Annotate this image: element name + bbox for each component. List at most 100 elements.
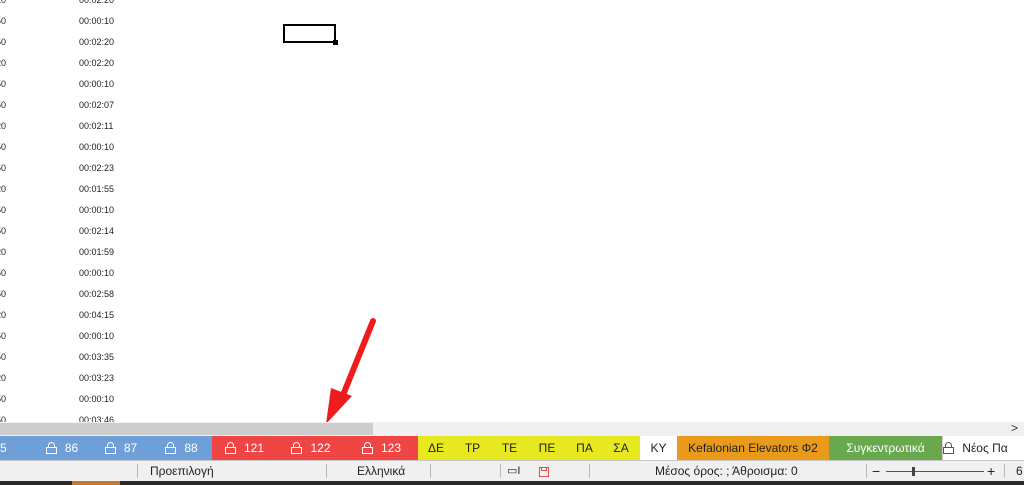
- cell-column-b[interactable]: 00:00:10: [79, 331, 114, 341]
- status-bar: Προεπιλογή Ελληνικά ▭I Μέσος όρος: ; Άθρ…: [0, 460, 1024, 481]
- cell-column-a[interactable]: 20: [0, 58, 8, 68]
- zoom-value[interactable]: 6: [1016, 461, 1023, 481]
- zoom-slider[interactable]: [886, 467, 984, 476]
- selected-cell[interactable]: [283, 24, 338, 45]
- status-separator: [1004, 464, 1005, 478]
- cell-column-a[interactable]: 20: [0, 121, 8, 131]
- sheet-tab[interactable]: 86: [33, 436, 91, 460]
- cell-column-b[interactable]: 00:02:58: [79, 289, 114, 299]
- cell-column-b[interactable]: 00:02:20: [79, 37, 114, 47]
- lock-icon: [291, 442, 303, 454]
- cell-column-a[interactable]: 50: [0, 226, 8, 236]
- sheet-tab[interactable]: Συγκεντρωτικά: [829, 436, 942, 460]
- sheet-tab-label: ΤΡ: [464, 441, 481, 455]
- sheet-tab-label: Kefalonian Elevators Φ2: [688, 441, 818, 455]
- sheet-tab-label: 5: [0, 441, 7, 455]
- cell-column-b[interactable]: 00:03:23: [79, 373, 114, 383]
- sheet-tab[interactable]: ΔΕ: [418, 436, 454, 460]
- sheet-tab-label: ΔΕ: [427, 441, 445, 455]
- sheet-tab[interactable]: Kefalonian Elevators Φ2: [677, 436, 829, 460]
- sheet-tab-label: ΠΕ: [538, 441, 556, 455]
- lock-icon: [943, 442, 955, 454]
- sheet-tab-label: ΣΑ: [613, 441, 629, 455]
- cell-column-b[interactable]: 00:03:46: [79, 415, 114, 422]
- cell-column-a[interactable]: 50: [0, 415, 8, 422]
- cell-column-b[interactable]: 00:02:14: [79, 226, 114, 236]
- cell-column-a[interactable]: 50: [0, 79, 8, 89]
- spreadsheet-grid[interactable]: 20 00:02:20 50 00:00:10 50 00:02:20 20 00:02:20…: [0, 0, 1024, 422]
- cell-column-b[interactable]: 00:01:59: [79, 247, 114, 257]
- sheet-tab[interactable]: 121: [212, 436, 277, 460]
- cell-column-b[interactable]: 00:02:20: [79, 0, 114, 5]
- sheet-tab[interactable]: 5: [0, 436, 33, 460]
- sheet-tab-label: 122: [310, 441, 331, 455]
- sheet-tab[interactable]: ΚΥ: [639, 436, 677, 460]
- status-separator: [430, 464, 431, 478]
- horizontal-scrollbar[interactable]: >: [0, 421, 1024, 436]
- cell-column-a[interactable]: 20: [0, 373, 8, 383]
- cell-column-a[interactable]: 50: [0, 142, 8, 152]
- status-separator: [589, 464, 590, 478]
- zoom-slider-handle[interactable]: [912, 467, 915, 476]
- cell-column-b[interactable]: 00:02:20: [79, 58, 114, 68]
- status-separator: [866, 464, 867, 478]
- sheet-tab-label: ΠΑ: [576, 441, 593, 455]
- cell-column-b[interactable]: 00:02:23: [79, 163, 114, 173]
- cell-column-a[interactable]: 50: [0, 352, 8, 362]
- cell-column-a[interactable]: 50: [0, 331, 8, 341]
- cell-column-a[interactable]: 50: [0, 268, 8, 278]
- cell-column-a[interactable]: 20: [0, 0, 8, 5]
- cell-column-b[interactable]: 00:00:10: [79, 79, 114, 89]
- cell-column-b[interactable]: 00:00:10: [79, 205, 114, 215]
- scroll-right-icon[interactable]: >: [1011, 421, 1018, 435]
- lock-icon: [165, 442, 177, 454]
- sheet-tab[interactable]: ΠΑ: [566, 436, 603, 460]
- zoom-out-icon[interactable]: −: [872, 461, 880, 481]
- sheet-tab[interactable]: 122: [277, 436, 345, 460]
- sheet-tab-label: 123: [380, 441, 402, 455]
- cell-column-a[interactable]: 50: [0, 100, 8, 110]
- cell-column-a[interactable]: 20: [0, 184, 8, 194]
- language-label[interactable]: Ελληνικά: [357, 461, 405, 481]
- lock-icon: [361, 442, 373, 454]
- sheet-tab[interactable]: Νέος Πα: [942, 436, 1008, 460]
- sheet-tabs-bar: 5 86 87 88 121 122 123 ΔΕ ΤΡ ΤΕ ΠΕ ΠΑ ΣΑ ΚΥ Kefalonian…: [0, 436, 1024, 460]
- sheet-tab-label: 88: [184, 441, 198, 455]
- sheet-tab[interactable]: 87: [91, 436, 151, 460]
- fill-handle[interactable]: [333, 40, 338, 45]
- zoom-in-icon[interactable]: +: [987, 461, 995, 481]
- cell-column-b[interactable]: 00:00:10: [79, 394, 114, 404]
- cell-column-b[interactable]: 00:02:07: [79, 100, 114, 110]
- sheet-tab[interactable]: 88: [151, 436, 212, 460]
- sheet-tab[interactable]: ΤΡ: [454, 436, 491, 460]
- cell-column-a[interactable]: 50: [0, 289, 8, 299]
- save-icon[interactable]: [539, 461, 549, 481]
- cell-column-b[interactable]: 00:02:11: [79, 121, 113, 131]
- cell-column-a[interactable]: 50: [0, 163, 8, 173]
- cell-column-b[interactable]: 00:00:10: [79, 268, 114, 278]
- cell-column-a[interactable]: 20: [0, 310, 8, 320]
- sheet-tab[interactable]: ΣΑ: [603, 436, 639, 460]
- status-separator: [326, 464, 327, 478]
- cell-column-b[interactable]: 00:03:35: [79, 352, 114, 362]
- cell-column-a[interactable]: 50: [0, 205, 8, 215]
- cell-column-a[interactable]: 50: [0, 16, 8, 26]
- cell-column-b[interactable]: 00:00:10: [79, 142, 114, 152]
- sheet-tab[interactable]: ΤΕ: [491, 436, 528, 460]
- status-separator: [500, 464, 501, 478]
- red-arrow-annotation: [326, 318, 376, 422]
- page-style-label[interactable]: Προεπιλογή: [150, 461, 214, 481]
- cell-column-b[interactable]: 00:00:10: [79, 16, 114, 26]
- sheet-tab-label: Συγκεντρωτικά: [846, 441, 925, 455]
- cell-column-a[interactable]: 20: [0, 247, 8, 257]
- cell-column-b[interactable]: 00:04:15: [79, 310, 114, 320]
- cell-column-a[interactable]: 50: [0, 37, 8, 47]
- selection-mode-icon[interactable]: ▭I: [507, 461, 520, 481]
- sheet-tab-label: ΤΕ: [501, 441, 518, 455]
- cell-column-a[interactable]: 50: [0, 394, 8, 404]
- sheet-tab[interactable]: ΠΕ: [528, 436, 566, 460]
- taskbar-accent: [72, 481, 120, 485]
- cell-column-b[interactable]: 00:01:55: [79, 184, 114, 194]
- scrollbar-thumb[interactable]: [0, 423, 373, 435]
- sheet-tab[interactable]: 123: [345, 436, 418, 460]
